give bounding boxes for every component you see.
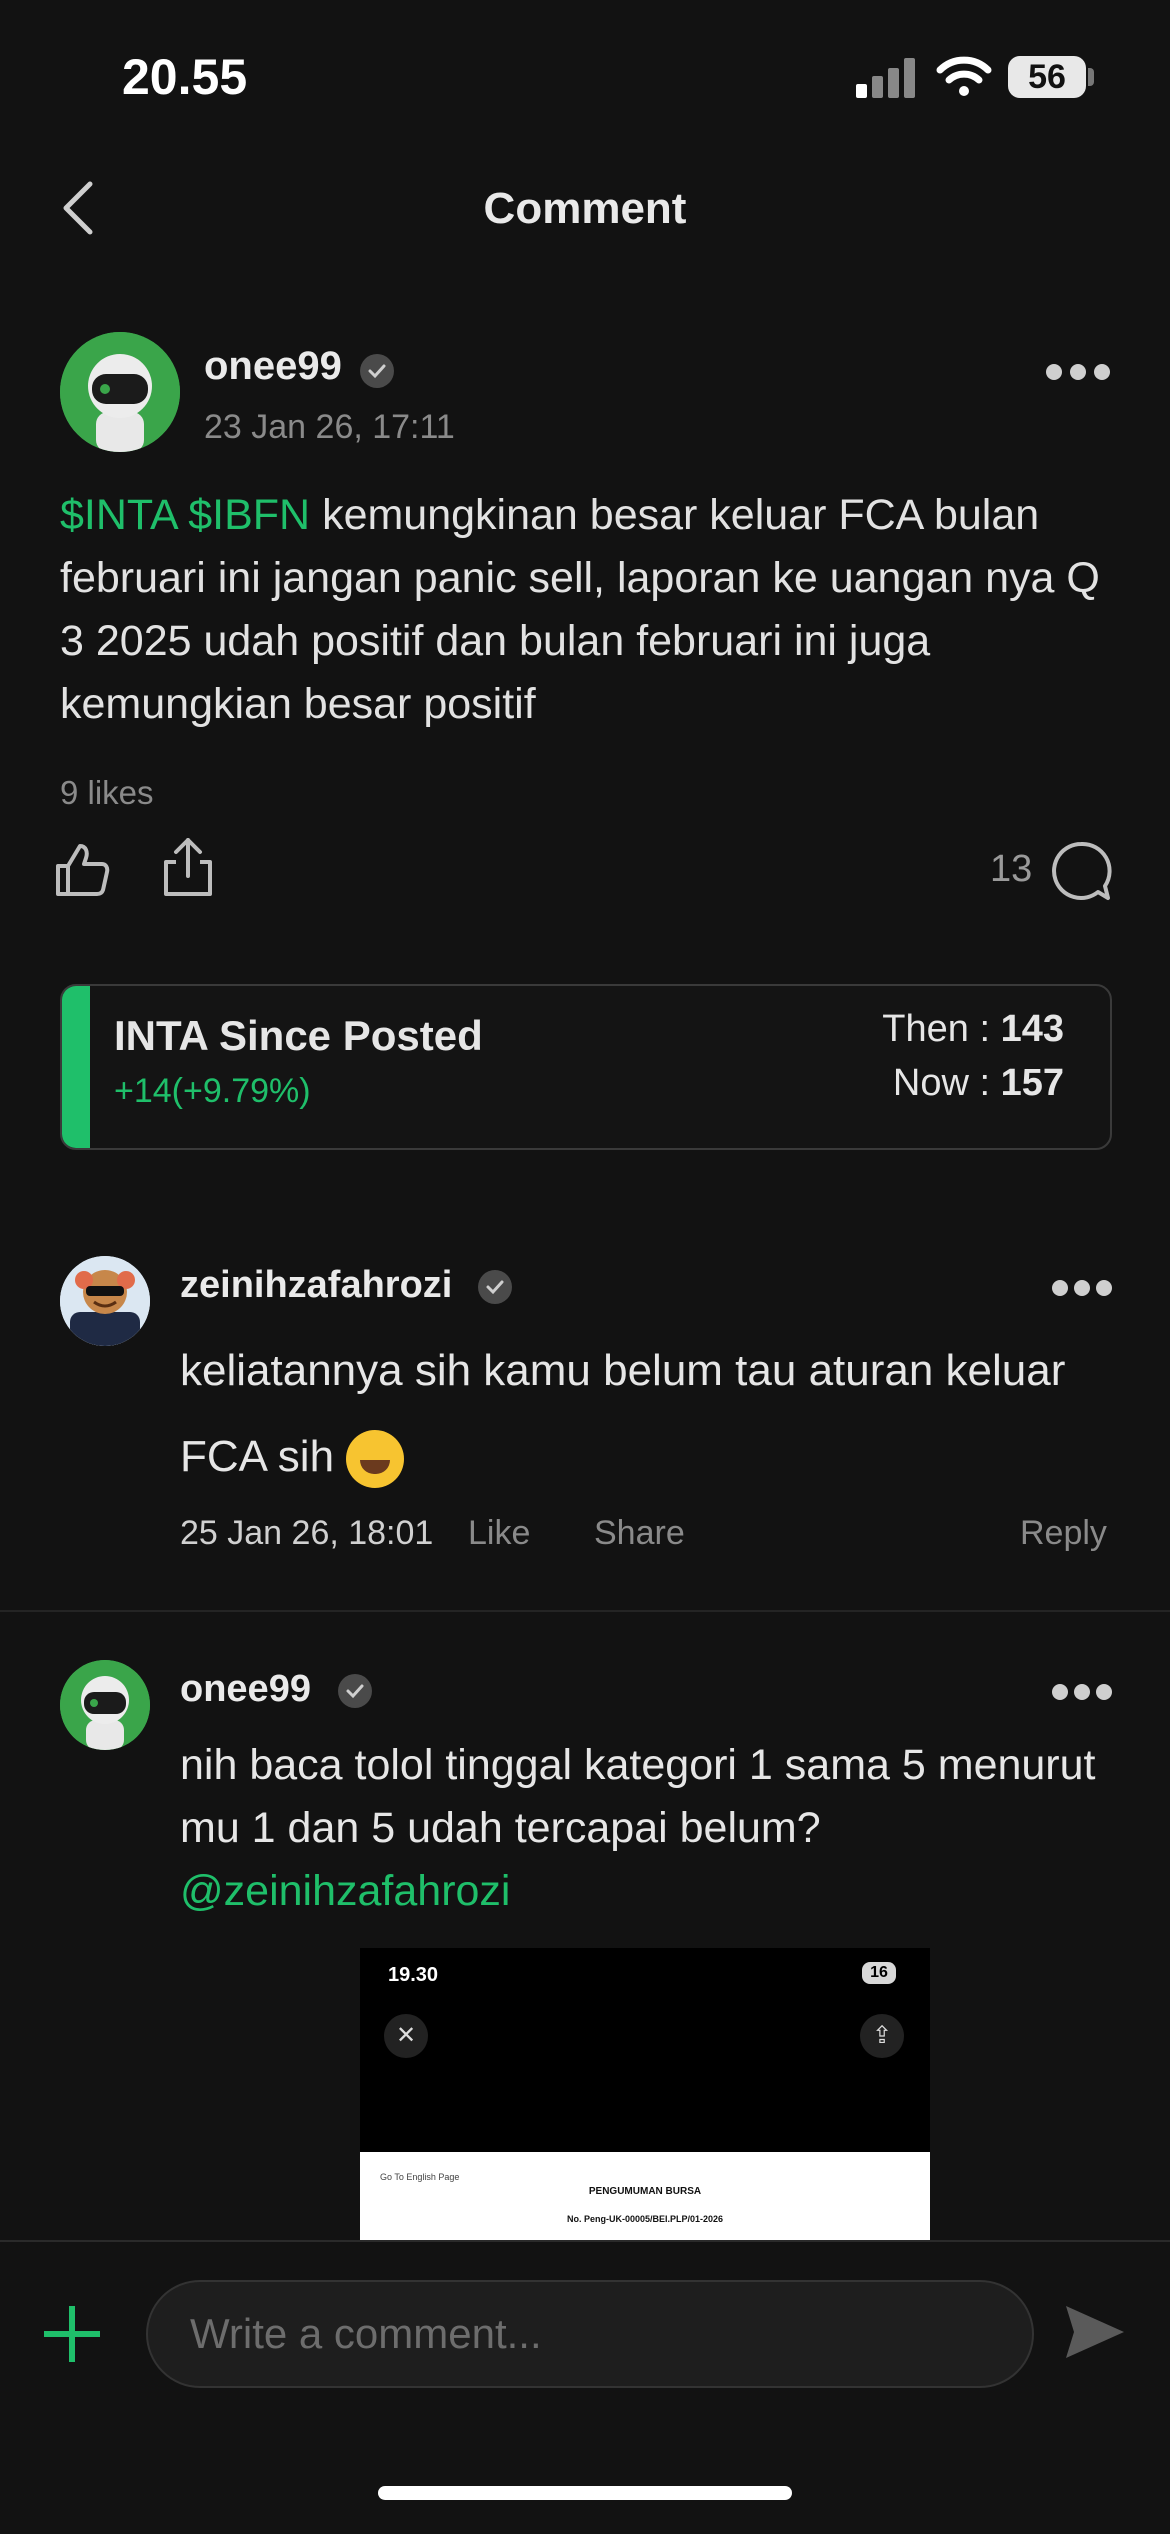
comment-mention-link[interactable]: @zeinihzafahrozi	[180, 1867, 510, 1915]
post-body: $INTA $IBFN kemungkinan besar keluar FCA…	[60, 484, 1120, 736]
comment-more-options-icon[interactable]	[1052, 1280, 1116, 1296]
comment-bubble-icon[interactable]	[1050, 840, 1112, 902]
home-indicator	[378, 2486, 792, 2500]
card-title: INTA Since Posted	[114, 1012, 483, 1059]
comment-date: 25 Jan 26, 18:01	[180, 1514, 434, 1552]
page-title: Comment	[483, 184, 687, 233]
since-posted-card[interactable]: INTA Since Posted +14(+9.79%) Then : 143…	[60, 984, 1112, 1150]
comment-author-avatar[interactable]	[60, 1256, 150, 1346]
comment-count: 13	[990, 848, 1033, 890]
attachment-share-icon: ⇪	[860, 2014, 904, 2058]
post-date: 23 Jan 26, 17:11	[204, 408, 455, 446]
wifi-icon	[936, 56, 992, 96]
share-icon[interactable]	[162, 838, 214, 898]
comment-divider	[0, 1610, 1170, 1612]
comment-author-avatar[interactable]	[60, 1660, 150, 1750]
attachment-close-icon: ✕	[384, 2014, 428, 2058]
comment-author-username[interactable]: onee99	[180, 1668, 311, 1711]
comment-text: nih baca tolol tinggal kategori 1 sama 5…	[180, 1741, 1096, 1915]
verified-badge-icon	[360, 354, 394, 388]
add-attachment-plus-icon[interactable]	[44, 2306, 100, 2362]
send-icon[interactable]	[1064, 2302, 1126, 2362]
verified-badge-icon	[338, 1674, 372, 1708]
verified-badge-icon	[478, 1270, 512, 1304]
attachment-document: Go To English Page PENGUMUMAN BURSA No. …	[360, 2152, 930, 2242]
post-author-avatar[interactable]	[60, 332, 180, 452]
card-accent-bar	[62, 986, 90, 1148]
card-then-price: Then : 143	[882, 1008, 1064, 1050]
comment-image-attachment[interactable]: 19.30 16 ✕ ⇪ Go To English Page PENGUMUM…	[360, 1948, 930, 2242]
post-more-options-icon[interactable]	[1046, 364, 1110, 380]
post-author-username[interactable]: onee99	[204, 344, 342, 389]
comment-text: keliatannya sih kamu belum tau aturan ke…	[180, 1328, 1080, 1500]
like-thumb-icon[interactable]	[54, 842, 110, 898]
comment-reply-button[interactable]: Reply	[1020, 1514, 1107, 1553]
card-price-change: +14(+9.79%)	[114, 1072, 311, 1110]
likes-count[interactable]: 9 likes	[60, 774, 154, 812]
comment-like-button[interactable]: Like	[468, 1514, 530, 1553]
comment-input[interactable]	[146, 2280, 1034, 2388]
status-time: 20.55	[122, 49, 248, 105]
attachment-status-time: 19.30	[388, 1964, 439, 1986]
battery-indicator: 56	[1008, 56, 1086, 98]
post-ticker-links[interactable]: $INTA $IBFN	[60, 491, 310, 539]
post-body-line1: kemungkinan besar keluar FCA	[322, 491, 922, 539]
comment-more-options-icon[interactable]	[1052, 1684, 1116, 1700]
battery-nub	[1088, 68, 1094, 86]
attachment-number: No. Peng-UK-00005/BEI.PLP/01-2026	[566, 2214, 724, 2224]
laughing-emoji-icon	[346, 1430, 405, 1489]
comment-share-button[interactable]: Share	[594, 1514, 685, 1553]
cellular-signal-icon	[856, 58, 916, 98]
attachment-english-link: Go To English Page	[380, 2172, 460, 2182]
attachment-battery: 16	[862, 1962, 896, 1984]
attachment-heading: PENGUMUMAN BURSA	[588, 2186, 702, 2197]
comment-author-username[interactable]: zeinihzafahrozi	[180, 1264, 452, 1307]
card-now-price: Now : 157	[892, 1062, 1064, 1104]
